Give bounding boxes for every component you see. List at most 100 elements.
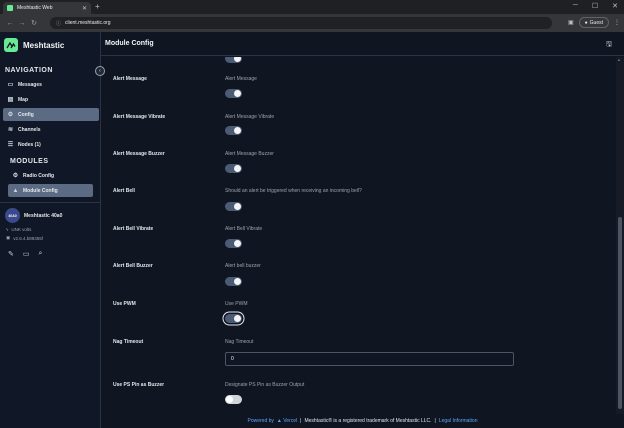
tab-title: Meshtastic Web (17, 5, 53, 11)
toggle-knob (234, 57, 241, 62)
minimize-icon[interactable]: ─ (573, 2, 578, 10)
node-voltage: ϟ UNK volts (6, 227, 31, 232)
navigation-heading: NAVIGATION (5, 67, 53, 74)
field-description: Should an alert be triggered when receiv… (225, 188, 362, 194)
toggle-knob (234, 315, 241, 322)
field-label: Alert Message (113, 76, 147, 82)
footer-separator: | (300, 418, 302, 424)
sidebar-item-config[interactable]: ⚙ Config (3, 108, 99, 121)
firmware-value: v2.6.4.b89355f (13, 235, 44, 241)
chip-icon: ▣ (6, 235, 11, 240)
sidebar-item-label: Channels (18, 126, 41, 133)
sidebar-item-label: Radio Config (23, 172, 55, 179)
toolbar-right: ▣ ● Guest ⋮ (568, 17, 620, 28)
avatar: 40A0 (5, 208, 20, 223)
field-description: Designate PS Pin as Buzzer Output (225, 382, 305, 388)
bolt-icon: ϟ (6, 227, 9, 232)
toggle-knob (226, 396, 233, 403)
sidebar-item-messages[interactable]: ▭ Messages (3, 78, 99, 91)
display-icon[interactable]: ▭ (23, 250, 30, 258)
address-bar[interactable]: ⓘ client.meshtastic.org (50, 17, 552, 29)
field-label: Use PS Pin as Buzzer (113, 382, 165, 388)
profile-button[interactable]: ● Guest (578, 17, 609, 28)
sidebar-item-module-config[interactable]: ▲ Module Config (8, 184, 93, 197)
sidebar-actions: ✎ ▭ ⌕ (8, 250, 42, 258)
alert-bell-toggle[interactable] (225, 202, 242, 211)
window-controls: ─ ☐ ✕ (573, 2, 618, 10)
scrollbar[interactable]: ▲ (616, 57, 624, 414)
side-panel-icon[interactable]: ▣ (568, 19, 574, 26)
toggle-knob (234, 278, 241, 285)
close-icon[interactable]: ✕ (612, 2, 618, 10)
page-title: Module Config (105, 40, 154, 47)
sidebar-item-map[interactable]: ▤ Map (3, 93, 99, 106)
message-icon: ▭ (7, 82, 14, 88)
field-label: Use PWM (113, 301, 136, 307)
gear-icon: ⚙ (12, 173, 19, 179)
toggle-switch-previous[interactable] (225, 57, 242, 63)
sidebar-item-nodes[interactable]: ☰ Nodes (1) (3, 138, 99, 151)
tab-close-icon[interactable]: ✕ (82, 5, 87, 12)
alert-message-buzzer-toggle[interactable] (225, 164, 242, 173)
channels-icon: ≋ (7, 127, 14, 133)
sidebar-item-radio-config[interactable]: ⚙ Radio Config (8, 169, 93, 182)
module-config-form: Alert Message Alert Message Alert Messag… (101, 57, 616, 414)
sidebar-item-channels[interactable]: ≋ Channels (3, 123, 99, 136)
alert-bell-buzzer-toggle[interactable] (225, 277, 242, 286)
scrollbar-thumb[interactable] (618, 217, 622, 409)
field-label: Alert Bell Buzzer (113, 263, 153, 269)
brand[interactable]: Meshtastic (4, 38, 64, 52)
legal-link[interactable]: Legal Information (439, 418, 478, 424)
info-icon[interactable]: ⓘ (56, 20, 61, 27)
nag-timeout-input[interactable]: 0 (225, 352, 514, 366)
app: Meshtastic NAVIGATION ‹ ▭ Messages ▤ Map… (0, 32, 624, 428)
use-ps-pin-buzzer-toggle[interactable] (225, 395, 242, 404)
sidebar-item-label: Config (18, 111, 34, 118)
field-label: Alert Message Vibrate (113, 114, 166, 120)
edit-icon[interactable]: ✎ (8, 250, 14, 258)
sidebar-item-label: Map (18, 96, 28, 103)
map-icon: ▤ (7, 97, 14, 103)
search-icon[interactable]: ⌕ (39, 250, 43, 258)
sidebar: Meshtastic NAVIGATION ‹ ▭ Messages ▤ Map… (0, 32, 105, 428)
use-pwm-toggle[interactable] (225, 314, 242, 323)
scroll-up-icon[interactable]: ▲ (617, 57, 621, 62)
save-icon[interactable]: 🖫 (606, 40, 612, 51)
menu-icon[interactable]: ⋮ (614, 19, 620, 26)
profile-icon: ● (584, 19, 588, 26)
sidebar-item-label: Nodes (1) (18, 141, 41, 148)
alert-message-vibrate-toggle[interactable] (225, 126, 242, 135)
vercel-link[interactable]: ▲ Vercel (277, 418, 297, 424)
field-description: Alert bell buzzer (225, 263, 261, 269)
footer-powered: Powered by (247, 418, 274, 424)
forward-icon[interactable]: → (16, 20, 28, 27)
footer-trademark: Meshtastic® is a registered trademark of… (304, 418, 432, 424)
toggle-knob (234, 240, 241, 247)
node-info[interactable]: 40A0 Meshtastic 40a0 (5, 208, 62, 223)
maximize-icon[interactable]: ☐ (592, 2, 598, 10)
chevron-left-icon: ‹ (99, 68, 101, 74)
url-text: client.meshtastic.org (65, 20, 111, 26)
meshtastic-favicon-icon (7, 5, 13, 11)
browser-tab[interactable]: Meshtastic Web ✕ (3, 2, 91, 14)
field-description: Use PWM (225, 301, 248, 307)
back-icon[interactable]: ← (4, 20, 16, 27)
new-tab-icon[interactable]: + (95, 2, 100, 11)
sidebar-item-label: Messages (18, 81, 42, 88)
toggle-knob (234, 90, 241, 97)
footer-separator: | (434, 418, 436, 424)
toggle-knob (234, 203, 241, 210)
collapse-sidebar-button[interactable]: ‹ (95, 66, 105, 76)
module-icon: ▲ (12, 187, 19, 194)
reload-icon[interactable]: ↻ (28, 19, 40, 27)
page-header: Module Config 🖫 (101, 32, 624, 56)
sidebar-item-label: Module Config (23, 187, 58, 194)
divider (0, 202, 101, 203)
tab-strip: Meshtastic Web ✕ + ─ ☐ ✕ (0, 0, 624, 14)
alert-message-toggle[interactable] (225, 89, 242, 98)
field-label: Alert Bell Vibrate (113, 226, 154, 232)
alert-bell-vibrate-toggle[interactable] (225, 239, 242, 248)
footer: Powered by ▲ Vercel | Meshtastic® is a r… (101, 414, 624, 428)
node-name: Meshtastic 40a0 (24, 212, 63, 219)
field-label: Alert Message Buzzer (113, 151, 165, 157)
